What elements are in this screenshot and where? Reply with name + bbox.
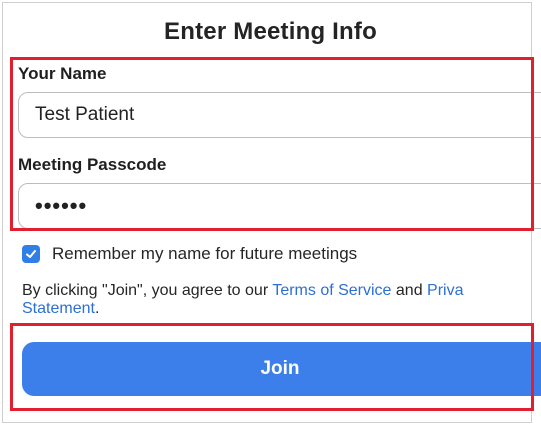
privacy-statement-link[interactable]: Statement xyxy=(22,300,95,317)
terms-notice: By clicking "Join", you agree to our Ter… xyxy=(22,282,541,318)
remember-name-row[interactable]: Remember my name for future meetings xyxy=(22,244,357,264)
page-title: Enter Meeting Info xyxy=(164,18,377,45)
terms-suffix: . xyxy=(94,300,100,317)
privacy-link[interactable]: Priva xyxy=(427,282,463,299)
highlight-name-passcode-box xyxy=(10,57,534,231)
terms-of-service-link[interactable]: Terms of Service xyxy=(272,282,391,299)
highlight-join-box xyxy=(10,323,534,411)
remember-name-checkbox[interactable] xyxy=(22,245,40,263)
terms-prefix: By clicking "Join", you agree to our xyxy=(22,282,273,299)
remember-name-label: Remember my name for future meetings xyxy=(52,244,358,263)
checkmark-icon xyxy=(26,250,36,258)
terms-middle: and xyxy=(391,282,428,299)
